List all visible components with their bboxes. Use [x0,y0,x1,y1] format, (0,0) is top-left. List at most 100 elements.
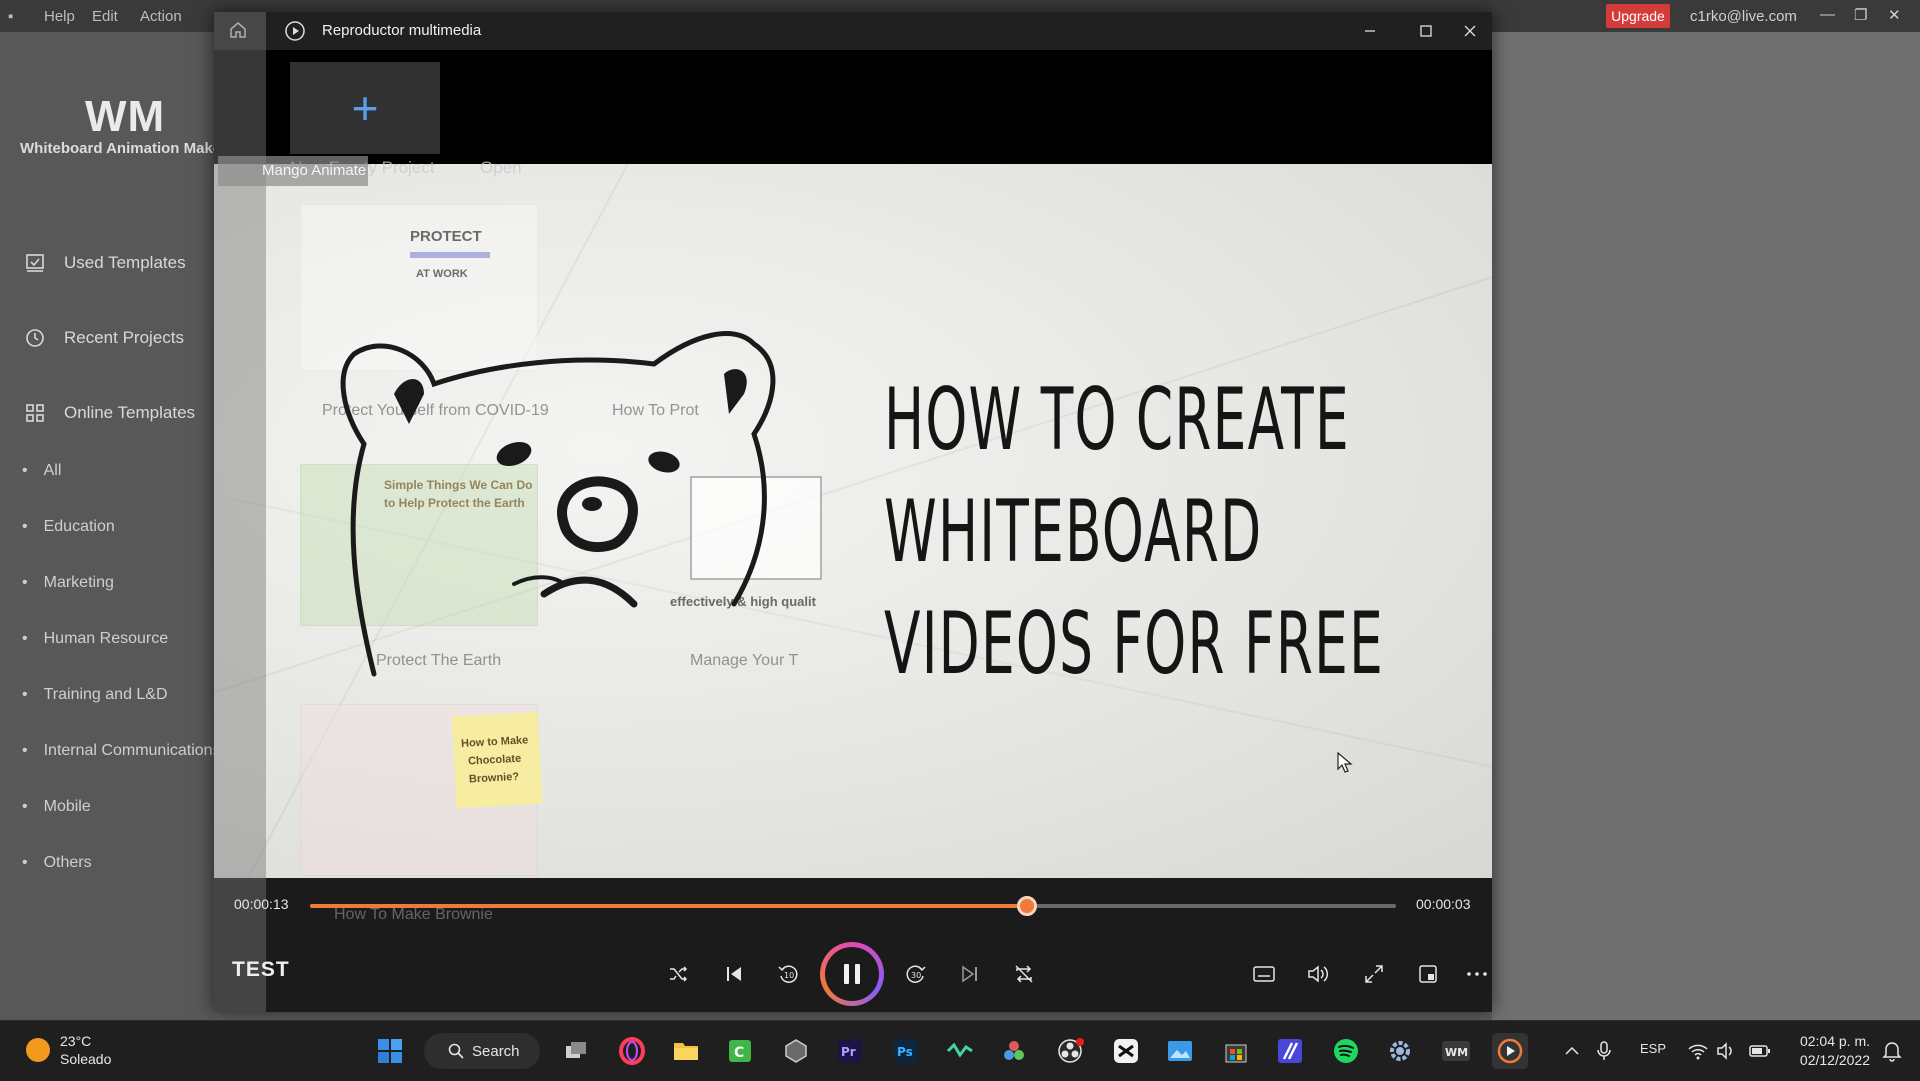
media-player-window: Reproductor multimedia PROTECT AT WORK P… [214,12,1492,1012]
brownie-note-line: How to Make [460,734,529,750]
svg-text:WM: WM [1445,1046,1468,1059]
search-label: Search [472,1042,520,1060]
task-view-icon[interactable] [558,1033,594,1069]
app-menu-icon[interactable]: ▪ [8,8,13,25]
brownie-note: How to Make Chocolate Brownie? [451,711,543,809]
background-content-right [1492,32,1920,1020]
battery-icon[interactable] [1742,1033,1778,1069]
settings-gear-icon[interactable] [1382,1033,1418,1069]
category-training[interactable]: Training and L&D [22,686,168,704]
media-player-taskbar-icon[interactable] [1492,1033,1528,1069]
sun-icon [26,1038,50,1062]
skip-forward-30-icon[interactable]: 30 [896,954,936,994]
svg-text:30: 30 [911,971,921,980]
bg-close-icon[interactable]: ✕ [1888,6,1901,24]
obs-icon[interactable] [1052,1033,1088,1069]
maximize-icon[interactable] [1406,16,1446,46]
capcut-icon[interactable] [1108,1033,1144,1069]
background-sidebar: WM Whiteboard Animation Maker Used Templ… [0,32,227,1020]
spotify-icon[interactable] [1328,1033,1364,1069]
bg-minimize-icon[interactable]: — [1820,6,1835,23]
video-frame[interactable]: PROTECT AT WORK Protect Yourself from CO… [214,164,1492,878]
fullscreen-icon[interactable] [1354,954,1394,994]
menu-action[interactable]: Action [140,8,182,25]
category-marketing[interactable]: Marketing [22,574,114,592]
photos-icon[interactable] [1162,1033,1198,1069]
category-others[interactable]: Others [22,854,92,872]
sidebar-item-label: Used Templates [64,253,186,272]
sidebar-item-used-templates[interactable]: Used Templates [24,252,186,274]
card-text-at-work: AT WORK [416,268,468,280]
template-card [300,704,538,876]
category-internal-communications[interactable]: Internal Communications [22,742,221,760]
app-slash-icon[interactable] [1272,1033,1308,1069]
brownie-note-line: Brownie? [468,770,520,786]
sidebar-item-online-templates[interactable]: Online Templates [24,402,195,424]
menu-help[interactable]: Help [44,8,75,25]
more-options-icon[interactable] [1464,954,1490,994]
system-clock[interactable]: 02:04 p. m. 02/12/2022 [1790,1032,1870,1070]
search-icon [448,1043,464,1059]
store-icon[interactable] [1218,1033,1254,1069]
svg-text:C: C [734,1045,744,1061]
bear-doodle [340,331,776,677]
premiere-icon[interactable]: Pr [832,1033,868,1069]
taskbar-search[interactable]: Search [424,1033,540,1069]
clock-date: 02/12/2022 [1799,1052,1870,1068]
weather-temp: 23°C [60,1033,92,1049]
shuffle-icon[interactable] [658,954,698,994]
pause-button[interactable] [820,942,884,1006]
category-human-resource[interactable]: Human Resource [22,630,169,648]
language-indicator[interactable]: ESP [1640,1041,1666,1056]
weather-desc: Soleado [60,1051,112,1067]
davinci-icon[interactable] [996,1033,1032,1069]
time-remaining: 00:00:03 [1416,896,1471,912]
weather-widget[interactable]: 23°C Soleado [26,1032,111,1068]
grid-icon [24,402,46,424]
seek-bar-thumb[interactable] [1016,896,1037,916]
template-icon [24,252,46,274]
speaker-icon[interactable] [1708,1033,1744,1069]
app-wave-icon[interactable] [942,1033,978,1069]
subtitles-icon[interactable] [1244,954,1284,994]
opera-icon[interactable] [614,1033,650,1069]
menu-edit[interactable]: Edit [92,8,118,25]
camtasia-icon[interactable]: C [722,1033,758,1069]
repeat-off-icon[interactable] [1004,954,1044,994]
svg-text:Pr: Pr [841,1045,856,1059]
headline-line: WHITEBOARD [884,482,1263,582]
start-icon[interactable] [372,1033,408,1069]
tray-chevron-up-icon[interactable] [1554,1033,1590,1069]
sidebar-item-recent-projects[interactable]: Recent Projects [24,327,184,349]
photoshop-icon[interactable]: Ps [888,1033,924,1069]
open-label: Open [480,158,522,177]
app-hexagon-icon[interactable] [778,1033,814,1069]
category-mobile[interactable]: Mobile [22,798,91,816]
microphone-icon[interactable] [1586,1033,1622,1069]
minimize-icon[interactable] [1350,16,1390,46]
svg-text:Ps: Ps [897,1045,913,1059]
miniplayer-icon[interactable] [1408,954,1448,994]
notification-bell-icon[interactable] [1874,1033,1910,1069]
logo-subtitle: Whiteboard Animation Maker [20,140,227,157]
sidebar-item-label: Online Templates [64,403,196,422]
previous-icon[interactable] [714,954,754,994]
mango-animate-badge: Mango Animate [218,156,368,186]
card-text-protect: PROTECT [410,228,482,245]
volume-icon[interactable] [1298,954,1338,994]
skip-back-10-icon[interactable]: 10 [768,954,808,994]
file-explorer-icon[interactable] [668,1033,704,1069]
category-all[interactable]: All [22,462,62,480]
playback-controls: TEST 10 30 [214,928,1492,1012]
media-title: TEST [232,958,290,981]
bg-restore-icon[interactable]: ❐ [1854,6,1867,24]
category-education[interactable]: Education [22,518,115,536]
progress-row: 00:00:13 00:00:03 How To Make Brownie [214,878,1492,928]
upgrade-button[interactable]: Upgrade [1606,4,1670,28]
wm-app-icon[interactable]: WM [1438,1033,1474,1069]
clock-icon [24,327,46,349]
template-card-label: How To Make Brownie [334,906,493,923]
account-email[interactable]: c1rko@live.com [1690,8,1797,25]
next-icon[interactable] [950,954,990,994]
close-icon[interactable] [1450,16,1490,46]
